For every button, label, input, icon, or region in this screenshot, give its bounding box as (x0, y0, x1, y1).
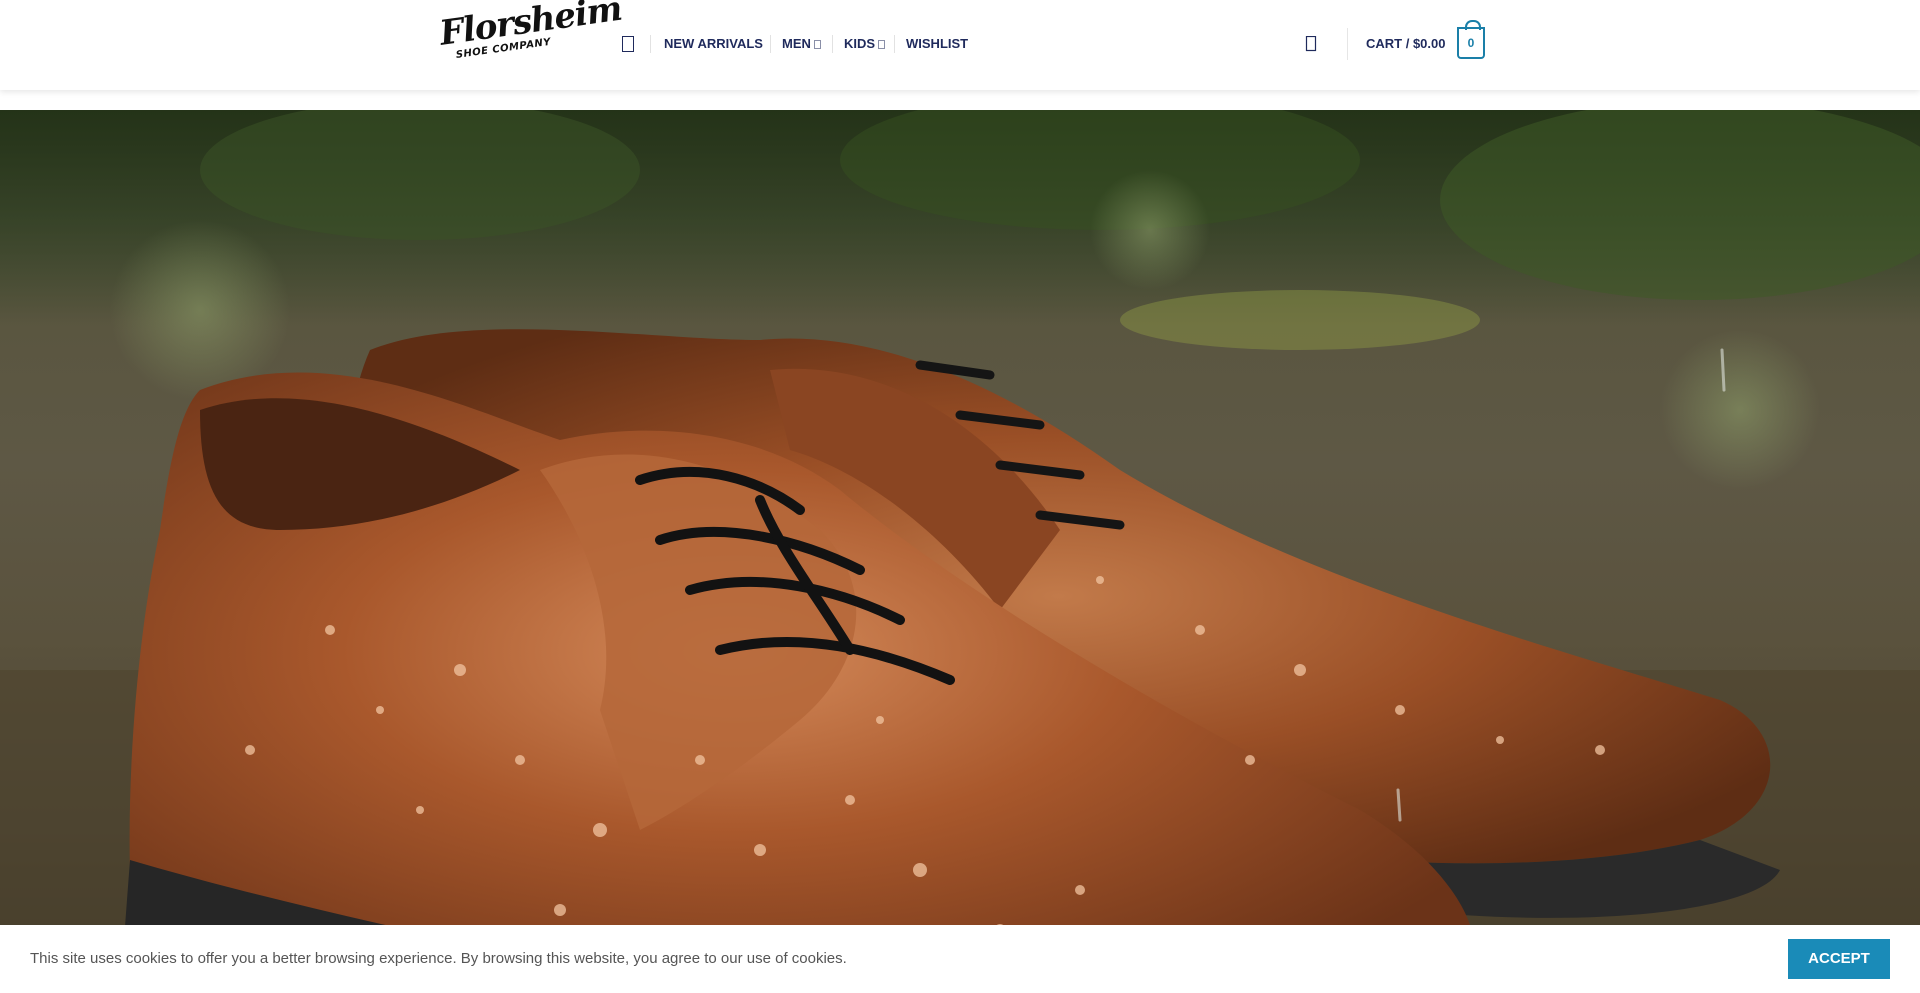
chevron-down-icon (878, 40, 886, 49)
nav-item-new-arrivals[interactable]: NEW ARRIVALS (664, 35, 763, 53)
nav-item-men[interactable]: MEN (782, 35, 821, 53)
accept-cookies-button[interactable]: ACCEPT (1788, 939, 1890, 979)
header-divider (1347, 28, 1348, 60)
cart-count-badge[interactable]: 0 (1457, 20, 1485, 59)
hero-shoe-image (0, 110, 1920, 993)
nav-divider (832, 35, 833, 53)
cookie-message: This site uses cookies to offer you a be… (30, 950, 847, 967)
nav-divider (894, 35, 895, 53)
brand-logo[interactable]: Florsheim SHOE COMPANY (437, 0, 624, 72)
search-icon[interactable] (1304, 35, 1318, 54)
nav-item-kids-label: KIDS (844, 36, 876, 51)
site-header: Florsheim SHOE COMPANY NEW ARRIVALS MEN … (0, 0, 1920, 90)
menu-icon[interactable] (622, 36, 634, 52)
nav-divider (650, 35, 651, 53)
cart-link[interactable]: CART / $0.00 (1366, 35, 1445, 53)
nav-item-kids[interactable]: KIDS (844, 35, 886, 53)
nav-divider (770, 35, 771, 53)
hero-banner (0, 110, 1920, 993)
nav-item-men-label: MEN (782, 36, 811, 51)
nav-item-wishlist[interactable]: WISHLIST (906, 35, 968, 53)
cookie-banner: This site uses cookies to offer you a be… (0, 925, 1920, 993)
chevron-down-icon (813, 40, 821, 49)
